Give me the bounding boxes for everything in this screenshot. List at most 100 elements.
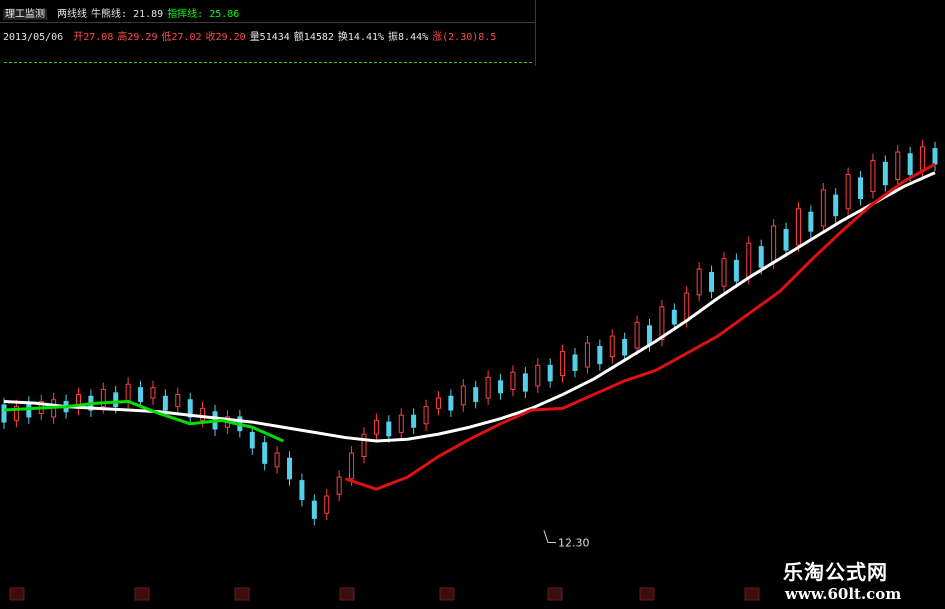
candle-body xyxy=(646,325,652,346)
candle-body xyxy=(411,414,417,428)
candle-body xyxy=(125,383,131,402)
candle-body xyxy=(771,225,777,263)
x-tick-marker xyxy=(339,587,355,601)
header-right-border xyxy=(535,0,536,66)
indicator-labels: 两线线 牛熊线: 21.89 指挥线: 25.86 xyxy=(57,9,243,20)
candle-body xyxy=(460,385,466,406)
header-dashed-line xyxy=(4,62,532,63)
x-tick-marker xyxy=(9,587,25,601)
indicator-label: 两线线 xyxy=(57,9,88,20)
candle-body xyxy=(448,395,454,411)
candle-body xyxy=(138,387,144,402)
quote-field: 低27.02 xyxy=(161,32,202,43)
candle-body xyxy=(547,364,553,382)
lines-group xyxy=(3,162,936,491)
candle-body xyxy=(373,419,379,435)
candle-body xyxy=(609,335,615,358)
low-price-label: 12.30 xyxy=(558,536,590,549)
candle-body xyxy=(498,380,504,394)
candle-body xyxy=(510,371,516,390)
candle-body xyxy=(584,342,590,368)
quote-field: 换14.41% xyxy=(337,32,385,43)
bull-bear-line xyxy=(3,171,936,443)
x-tick-marker xyxy=(744,587,760,601)
candle-body xyxy=(423,406,429,425)
indicator-label: 指挥线: 25.86 xyxy=(167,9,240,20)
quote-field: 量51434 xyxy=(249,32,290,43)
candle-body xyxy=(287,457,293,480)
candle-body xyxy=(560,351,566,377)
indicator-name[interactable]: 理工监测 xyxy=(3,9,47,20)
candle-body xyxy=(386,421,392,437)
indicator-label: 牛熊线: 21.89 xyxy=(91,9,164,20)
quote-field: 高29.29 xyxy=(117,32,158,43)
quote-field: 开27.08 xyxy=(73,32,114,43)
candle-body xyxy=(783,228,789,251)
candle-body xyxy=(175,394,181,408)
quote-fields: 开27.08 高29.29 低27.02 收29.20 量51434 额14582 换14.… xyxy=(73,32,500,43)
candle-body xyxy=(1,404,7,423)
candle-body xyxy=(684,292,690,322)
candle-body xyxy=(721,258,727,287)
candle-body xyxy=(671,309,677,325)
candle-body xyxy=(572,354,578,371)
candle-body xyxy=(361,433,367,457)
candle-body xyxy=(150,387,156,399)
quote-field: 涨(2.30)8.5 xyxy=(432,32,497,43)
candle-body xyxy=(535,364,541,387)
candle-body xyxy=(634,321,640,349)
x-tick-marker xyxy=(439,587,455,601)
candle-body xyxy=(932,148,938,165)
x-tick-marker xyxy=(134,587,150,601)
candle-body xyxy=(808,211,814,232)
candle-body xyxy=(733,259,739,282)
candle-body xyxy=(336,476,342,495)
price-chart: 12.30 xyxy=(1,140,938,601)
candle-body xyxy=(709,271,715,292)
header-row-quote: 2013/05/06 开27.08 高29.29 低27.02 收29.20 量5143… xyxy=(3,28,504,43)
quote-field: 额14582 xyxy=(293,32,334,43)
candles-group xyxy=(1,140,938,526)
candle-body xyxy=(696,268,702,296)
candle-body xyxy=(920,146,926,172)
candle-body xyxy=(622,339,628,356)
candle-body xyxy=(349,452,355,480)
quote-date: 2013/05/06 xyxy=(3,32,64,43)
candle-body xyxy=(907,153,913,175)
candle-body xyxy=(758,246,764,268)
low-marker-leader xyxy=(543,530,556,543)
candle-body xyxy=(398,414,404,433)
candle-body xyxy=(858,177,864,199)
candle-body xyxy=(249,431,255,449)
header-row-indicator: 理工监测 两线线 牛熊线: 21.89 指挥线: 25.86 xyxy=(3,5,247,20)
candle-body xyxy=(262,442,268,464)
candle-body xyxy=(485,376,491,399)
candle-body xyxy=(311,500,317,519)
quote-field: 收29.20 xyxy=(205,32,246,43)
x-tick-marker xyxy=(547,587,563,601)
candle-body xyxy=(746,242,752,279)
candle-body xyxy=(435,397,441,409)
x-axis-ticks xyxy=(9,587,760,601)
watermark-url: www.60lt.com xyxy=(785,585,902,603)
candle-body xyxy=(162,395,168,411)
quote-field: 振8.44% xyxy=(388,32,429,43)
candle-body xyxy=(820,189,826,227)
x-tick-marker xyxy=(234,587,250,601)
candle-body xyxy=(299,480,305,500)
candle-body xyxy=(200,407,206,421)
candle-body xyxy=(473,387,479,402)
annotations-group: 12.30 xyxy=(543,530,590,549)
watermark-title: 乐淘公式网 xyxy=(783,560,888,584)
candle-body xyxy=(882,161,888,186)
candle-body xyxy=(895,151,901,181)
candle-body xyxy=(870,160,876,193)
command-line-segment xyxy=(344,162,936,491)
header-divider xyxy=(0,22,535,23)
candle-body xyxy=(795,208,801,246)
x-tick-marker xyxy=(639,587,655,601)
candle-body xyxy=(597,345,603,365)
candle-body xyxy=(274,452,280,468)
chart-header: 理工监测 两线线 牛熊线: 21.89 指挥线: 25.86 2013/05/06 … xyxy=(0,0,535,66)
candle-body xyxy=(324,495,330,514)
